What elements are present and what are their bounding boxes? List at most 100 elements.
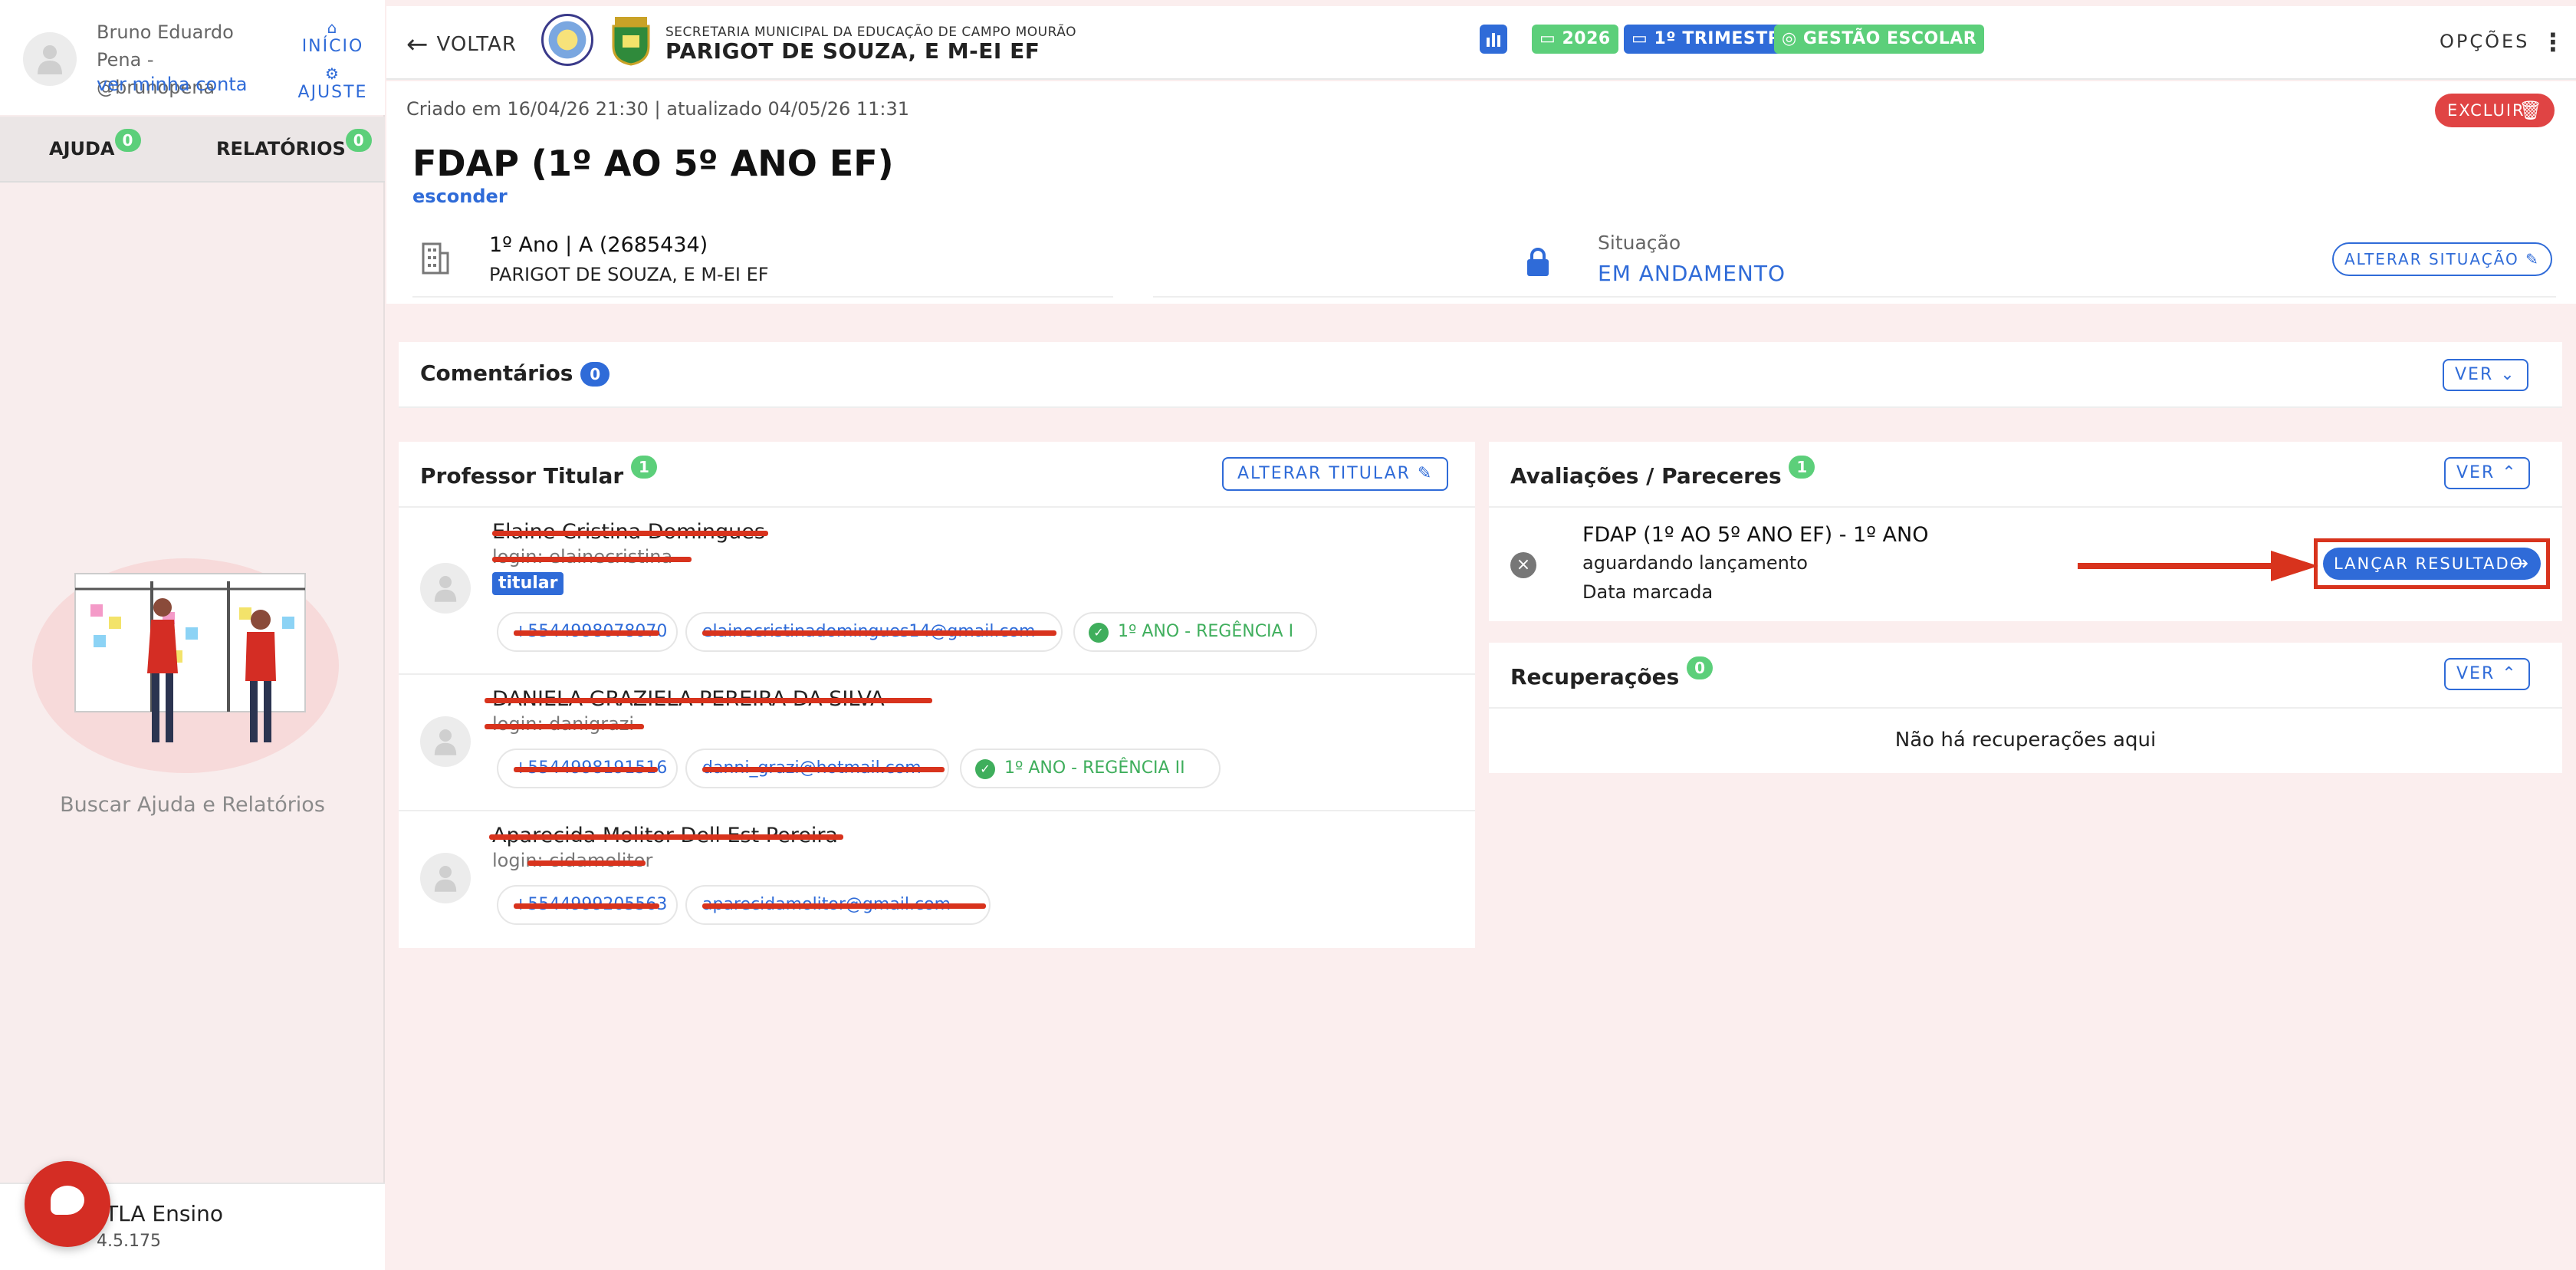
chevron-up-icon: ⌃ <box>2502 664 2518 683</box>
management-chip[interactable]: ◎ GESTÃO ESCOLAR <box>1774 25 1985 54</box>
comments-title-label: Comentários <box>420 360 573 386</box>
kebab-menu-icon[interactable]: ⋮ <box>2541 28 2565 57</box>
home-label: INÍCIO <box>301 37 364 56</box>
tab-relatorios-label: RELATÓRIOS <box>216 138 346 160</box>
home-icon: ⌂ <box>327 18 339 37</box>
person-icon <box>434 729 457 755</box>
status-info: Situação EM ANDAMENTO ALTERAR SITUAÇÃO ✎ <box>1153 224 2556 298</box>
redaction-mark <box>492 531 768 536</box>
person-icon <box>38 45 62 74</box>
tab-ajuda[interactable]: AJUDA 0 <box>49 129 141 160</box>
calendar-icon: ▭ <box>1631 29 1654 48</box>
back-button[interactable]: ← VOLTAR <box>406 29 517 60</box>
teacher-row: DANIELA GRAZIELA PEREIRA DA SILVA login:… <box>399 675 1475 811</box>
redaction-mark <box>489 834 843 840</box>
tab-relatorios[interactable]: RELATÓRIOS 0 <box>216 129 372 160</box>
change-status-button[interactable]: ALTERAR SITUAÇÃO ✎ <box>2332 242 2552 276</box>
evaluations-view-label: VER <box>2456 463 2496 482</box>
redaction-mark <box>485 698 932 703</box>
year-chip[interactable]: ▭ 2026 <box>1532 25 1618 54</box>
home-button[interactable]: ⌂ INÍCIO <box>294 20 371 56</box>
check-circle-icon: ◎ <box>1782 29 1803 48</box>
evaluations-header: Avaliações / Pareceres 1 VER ⌃ <box>1489 442 2562 508</box>
hide-link[interactable]: esconder <box>412 186 508 207</box>
status-label: Situação <box>1598 232 1681 254</box>
comments-view-button[interactable]: VER ⌄ <box>2443 359 2528 391</box>
trash-icon: 🗑 <box>2518 100 2544 121</box>
change-titular-button[interactable]: ALTERAR TITULAR ✎ <box>1222 457 1449 491</box>
teacher-class[interactable]: ✓ 1º ANO - REGÊNCIA II <box>960 749 1221 788</box>
evaluation-title: FDAP (1º AO 5º ANO EF) - 1º ANO <box>1582 523 1929 547</box>
user-avatar[interactable] <box>23 32 77 86</box>
teacher-class-label: 1º ANO - REGÊNCIA I <box>1118 622 1294 641</box>
redaction-mark <box>514 630 659 636</box>
tab-relatorios-count: 0 <box>345 129 372 152</box>
recoveries-empty-text: Não há recuperações aqui <box>1894 729 2157 752</box>
evaluations-title-label: Avaliações / Pareceres <box>1510 463 1782 489</box>
class-school: PARIGOT DE SOUZA, E M-EI EF <box>489 264 769 285</box>
chart-icon <box>1487 33 1500 47</box>
options-button[interactable]: OPÇÕES <box>2440 31 2529 52</box>
page-title: FDAP (1º AO 5º ANO EF) <box>412 143 894 184</box>
chevron-down-icon: ⌄ <box>2500 365 2516 384</box>
recoveries-title-label: Recuperações <box>1510 664 1680 689</box>
settings-button[interactable]: ⚙ AJUSTE <box>294 66 371 102</box>
launch-result-label: LANÇAR RESULTADO <box>2334 554 2525 573</box>
record-header: Criado em 16/04/26 21:30 | atualizado 04… <box>386 81 2576 304</box>
user-box: Bruno Eduardo Pena - @brunopena ver minh… <box>0 0 385 115</box>
pending-x-icon: × <box>1510 552 1536 578</box>
comments-view-label: VER <box>2455 365 2494 384</box>
school-name: PARIGOT DE SOUZA, E M-EI EF <box>665 38 1040 64</box>
class-name: 1º Ano | A (2685434) <box>489 233 708 257</box>
redaction-mark <box>514 903 659 909</box>
calendar-icon: ▭ <box>1539 29 1562 48</box>
chat-icon <box>51 1186 84 1215</box>
record-meta: Criado em 16/04/26 21:30 | atualizado 04… <box>406 98 910 120</box>
teachers-title: Professor Titular 1 <box>420 456 657 489</box>
status-value: EM ANDAMENTO <box>1598 261 1786 286</box>
chat-button[interactable] <box>25 1161 110 1247</box>
class-info: 1º Ano | A (2685434) PARIGOT DE SOUZA, E… <box>412 224 1113 298</box>
management-chip-label: GESTÃO ESCOLAR <box>1802 29 1977 48</box>
evaluation-status: aguardando lançamento <box>1582 552 1808 574</box>
teachers-count: 1 <box>630 456 657 479</box>
teacher-avatar <box>420 716 471 767</box>
check-icon: ✓ <box>975 759 995 779</box>
evaluations-card: Avaliações / Pareceres 1 VER ⌃ × FDAP (1… <box>1489 442 2562 621</box>
teacher-avatar <box>420 853 471 903</box>
teacher-avatar <box>420 563 471 614</box>
recoveries-header: Recuperações 0 VER ⌃ <box>1489 643 2562 709</box>
launch-result-button[interactable]: LANÇAR RESULTADO → <box>2323 548 2541 580</box>
city-coat-of-arms-logo <box>612 17 650 66</box>
chevron-up-icon: ⌃ <box>2502 463 2518 482</box>
comments-header: Comentários 0 VER ⌄ <box>399 342 2562 408</box>
titular-tag: titular <box>492 572 564 595</box>
tab-ajuda-label: AJUDA <box>49 138 115 160</box>
teachers-header: Professor Titular 1 ALTERAR TITULAR ✎ <box>399 442 1475 508</box>
comments-count: 0 <box>580 362 610 387</box>
evaluation-date: Data marcada <box>1582 581 1714 603</box>
sidebar: Bruno Eduardo Pena - @brunopena ver minh… <box>0 0 385 1270</box>
app-version: 4.5.175 <box>97 1232 161 1251</box>
teacher-class[interactable]: ✓ 1º ANO - REGÊNCIA I <box>1073 612 1317 652</box>
edit-icon: ✎ <box>1417 464 1434 483</box>
stats-chip[interactable] <box>1480 25 1507 54</box>
recoveries-view-label: VER <box>2456 664 2496 683</box>
settings-label: AJUSTE <box>297 83 368 102</box>
recoveries-view-button[interactable]: VER ⌃ <box>2444 658 2530 690</box>
top-bar: ← VOLTAR SECRETARIA MUNICIPAL DA EDUCAÇÃO… <box>386 6 2576 80</box>
term-chip-label: 1º TRIMESTRE <box>1654 29 1793 48</box>
change-titular-label: ALTERAR TITULAR <box>1237 464 1411 483</box>
teacher-row: Elaine Cristina Domingues login: elainec… <box>399 508 1475 675</box>
account-link[interactable]: ver minha conta <box>97 74 247 95</box>
recoveries-title: Recuperações 0 <box>1510 656 1714 689</box>
redaction-mark <box>485 724 644 729</box>
delete-button[interactable]: EXCLUIR 🗑 <box>2435 94 2555 127</box>
municipal-seal-logo <box>541 14 593 66</box>
evaluations-title: Avaliações / Pareceres 1 <box>1510 456 1815 489</box>
evaluations-view-button[interactable]: VER ⌃ <box>2444 457 2530 489</box>
gear-icon: ⚙ <box>325 64 340 83</box>
school-subtitle: SECRETARIA MUNICIPAL DA EDUCAÇÃO DE CAMP… <box>665 25 1076 40</box>
annotation-arrow <box>2078 551 2318 581</box>
recoveries-count: 0 <box>1687 656 1714 679</box>
